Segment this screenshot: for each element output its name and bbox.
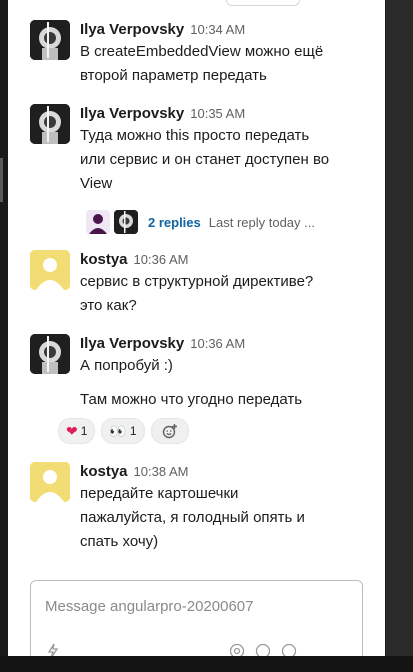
user-avatar-icon [86,210,110,234]
default-avatar-icon [30,250,70,290]
message-header: Ilya Verpovsky 10:34 AM [80,20,375,40]
followup-message-text: Там можно что угодно передать [80,391,303,408]
scroll-marker [0,158,3,202]
chat-panel: Ilya Verpovsky 10:34 AM В createEmbeddedV… [8,0,385,656]
message-line: пажалуйста, я голодный опять и [80,509,305,526]
message-text: А попробуй :) Там можно что угодно перед… [80,354,375,412]
shortcuts-icon[interactable] [43,643,63,656]
avatar[interactable] [30,250,70,290]
message-header: kostya 10:38 AM [80,462,375,482]
message-composer[interactable] [30,580,363,656]
avatar[interactable] [30,334,70,374]
reactions-bar: ❤ 1 👀 1 [58,418,195,444]
add-reaction-icon [162,424,177,439]
message-line: это как? [80,297,137,314]
author-name[interactable]: kostya [80,251,128,268]
reaction-count: 1 [129,424,137,438]
message-line: передайте картошечки [80,485,239,502]
author-name[interactable]: kostya [80,463,128,480]
reaction-count: 1 [80,424,88,438]
timestamp[interactable]: 10:35 AM [190,106,245,121]
astronaut-avatar-icon [30,20,70,60]
avatar[interactable] [30,462,70,502]
astronaut-avatar-icon [30,334,70,374]
add-reaction-button[interactable] [150,418,189,444]
timestamp[interactable]: 10:36 AM [134,252,189,267]
reaction-pill[interactable]: ❤ 1 [58,418,96,444]
thread-replies-link[interactable]: 2 replies [148,215,201,230]
eyes-icon: 👀 [109,422,127,439]
avatar[interactable] [30,104,70,144]
message-text: В createEmbeddedView можно ещё второй па… [80,40,375,88]
attach-icon[interactable] [279,643,299,656]
message-text: передайте картошечки пажалуйста, я голод… [80,482,375,554]
message-line: В createEmbeddedView можно ещё [80,43,324,60]
message-actions-stub[interactable] [226,0,300,6]
thread-participant-avatar [114,210,138,234]
default-avatar-icon [30,462,70,502]
message-line: View [80,175,113,192]
message-input[interactable] [43,593,347,619]
thread-summary[interactable]: 2 replies Last reply today ... [86,208,315,236]
message-line: второй параметр передать [80,67,267,84]
timestamp[interactable]: 10:36 AM [190,336,245,351]
astronaut-avatar-icon [30,104,70,144]
thread-participant-avatar [86,210,110,234]
mention-icon[interactable] [227,643,247,656]
emoji-icon[interactable] [253,643,273,656]
window-edge [386,0,413,672]
message-line: сервис в структурной директиве? [80,273,314,290]
thread-last-reply: Last reply today ... [208,214,315,230]
message-text: сервис в структурной директиве? это как? [80,270,375,318]
message-line: или сервис и он станет доступен во [80,151,330,168]
astronaut-avatar-icon [114,210,138,234]
reaction-pill[interactable]: 👀 1 [101,418,145,444]
author-name[interactable]: Ilya Verpovsky [80,335,184,352]
timestamp[interactable]: 10:34 AM [190,22,245,37]
message-line: Туда можно this просто передать [80,127,310,144]
author-name[interactable]: Ilya Verpovsky [80,21,184,38]
message-text: Туда можно this просто передать или серв… [80,124,375,196]
message-header: Ilya Verpovsky 10:35 AM [80,104,375,124]
bottom-frame [0,656,413,672]
message-line: спать хочу) [80,533,159,550]
author-name[interactable]: Ilya Verpovsky [80,105,184,122]
timestamp[interactable]: 10:38 AM [134,464,189,479]
avatar[interactable] [30,20,70,60]
message-header: kostya 10:36 AM [80,250,375,270]
message-header: Ilya Verpovsky 10:36 AM [80,334,375,354]
message-line: А попробуй :) [80,357,173,374]
heart-icon: ❤ [66,422,78,439]
